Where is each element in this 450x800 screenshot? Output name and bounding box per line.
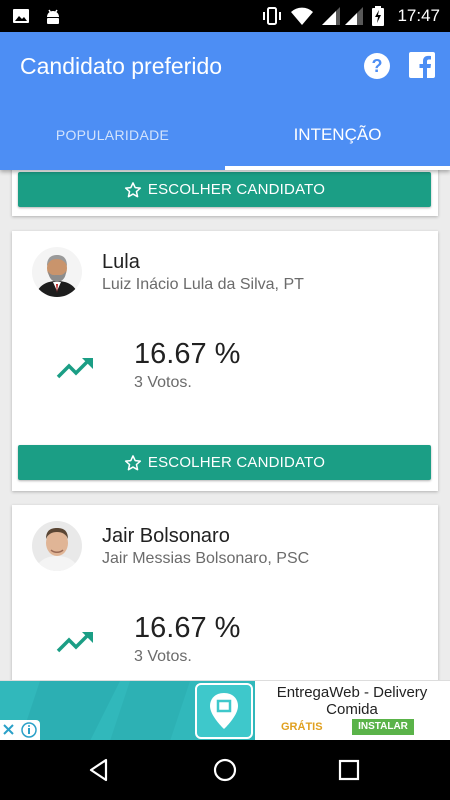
avatar (32, 521, 82, 571)
tab-label: POPULARIDADE (55, 127, 170, 143)
star-outline-icon (124, 181, 141, 197)
avatar (32, 247, 82, 297)
trending-up-icon (56, 358, 93, 379)
vibrate-icon (263, 7, 281, 25)
tab-label: INTENÇÃO (293, 125, 382, 144)
candidate-list[interactable]: ESCOLHER CANDIDATO Lula Luiz Inácio Lula… (0, 170, 450, 680)
vote-count: 3 Votos. (134, 648, 192, 665)
facebook-icon[interactable] (409, 52, 435, 78)
candidate-full-name: Jair Messias Bolsonaro, PSC (102, 550, 310, 567)
tab-indicator (225, 166, 450, 170)
svg-text:?: ? (372, 56, 383, 76)
candidate-name: Jair Bolsonaro (102, 525, 230, 547)
choose-candidate-button[interactable]: ESCOLHER CANDIDATO (18, 445, 431, 480)
candidate-card: Lula Luiz Inácio Lula da Silva, PT 16.67… (12, 231, 438, 491)
app-title: Candidato preferido (20, 53, 223, 79)
signal-icon (345, 7, 363, 25)
vote-percentage: 16.67 % (134, 338, 241, 370)
ad-install-button[interactable]: INSTALAR (352, 719, 414, 735)
app-bar: Candidato preferido ? POPULARIDADE INTEN… (0, 32, 450, 170)
signal-icon (322, 7, 340, 25)
help-icon[interactable]: ? (363, 52, 391, 80)
candidate-card: ESCOLHER CANDIDATO (12, 170, 438, 216)
choose-candidate-button[interactable]: ESCOLHER CANDIDATO (18, 172, 431, 207)
candidate-card: Jair Bolsonaro Jair Messias Bolsonaro, P… (12, 505, 438, 680)
ad-title[interactable]: EntregaWeb - Delivery Comida (262, 684, 442, 718)
android-icon (47, 9, 59, 24)
ad-app-icon[interactable] (195, 683, 253, 739)
trending-up-icon (56, 632, 93, 653)
tab-popularidade[interactable]: POPULARIDADE (0, 110, 225, 170)
candidate-name: Lula (102, 251, 140, 273)
gallery-icon (13, 9, 29, 23)
star-outline-icon (124, 454, 141, 470)
clock: 17:47 (397, 6, 440, 25)
status-bar: 17:47 (0, 0, 450, 32)
vote-percentage: 16.67 % (134, 612, 241, 644)
battery-charging-icon (372, 6, 384, 26)
wifi-icon (291, 7, 313, 25)
vote-count: 3 Votos. (134, 374, 192, 391)
back-icon[interactable] (86, 756, 114, 784)
recents-icon[interactable] (335, 756, 363, 784)
home-icon[interactable] (211, 756, 239, 784)
map-pin-icon (210, 693, 238, 729)
choose-button-label: ESCOLHER CANDIDATO (147, 181, 326, 198)
ad-banner[interactable]: EntregaWeb - Delivery Comida GRÁTIS INST… (0, 680, 450, 741)
choose-button-label: ESCOLHER CANDIDATO (147, 454, 326, 471)
ad-price: GRÁTIS (281, 721, 323, 733)
tab-intencao[interactable]: INTENÇÃO (225, 110, 450, 170)
adchoices-icon (3, 722, 37, 738)
navigation-bar (0, 740, 450, 800)
adchoices-badge[interactable] (0, 720, 40, 740)
candidate-full-name: Luiz Inácio Lula da Silva, PT (102, 276, 304, 293)
